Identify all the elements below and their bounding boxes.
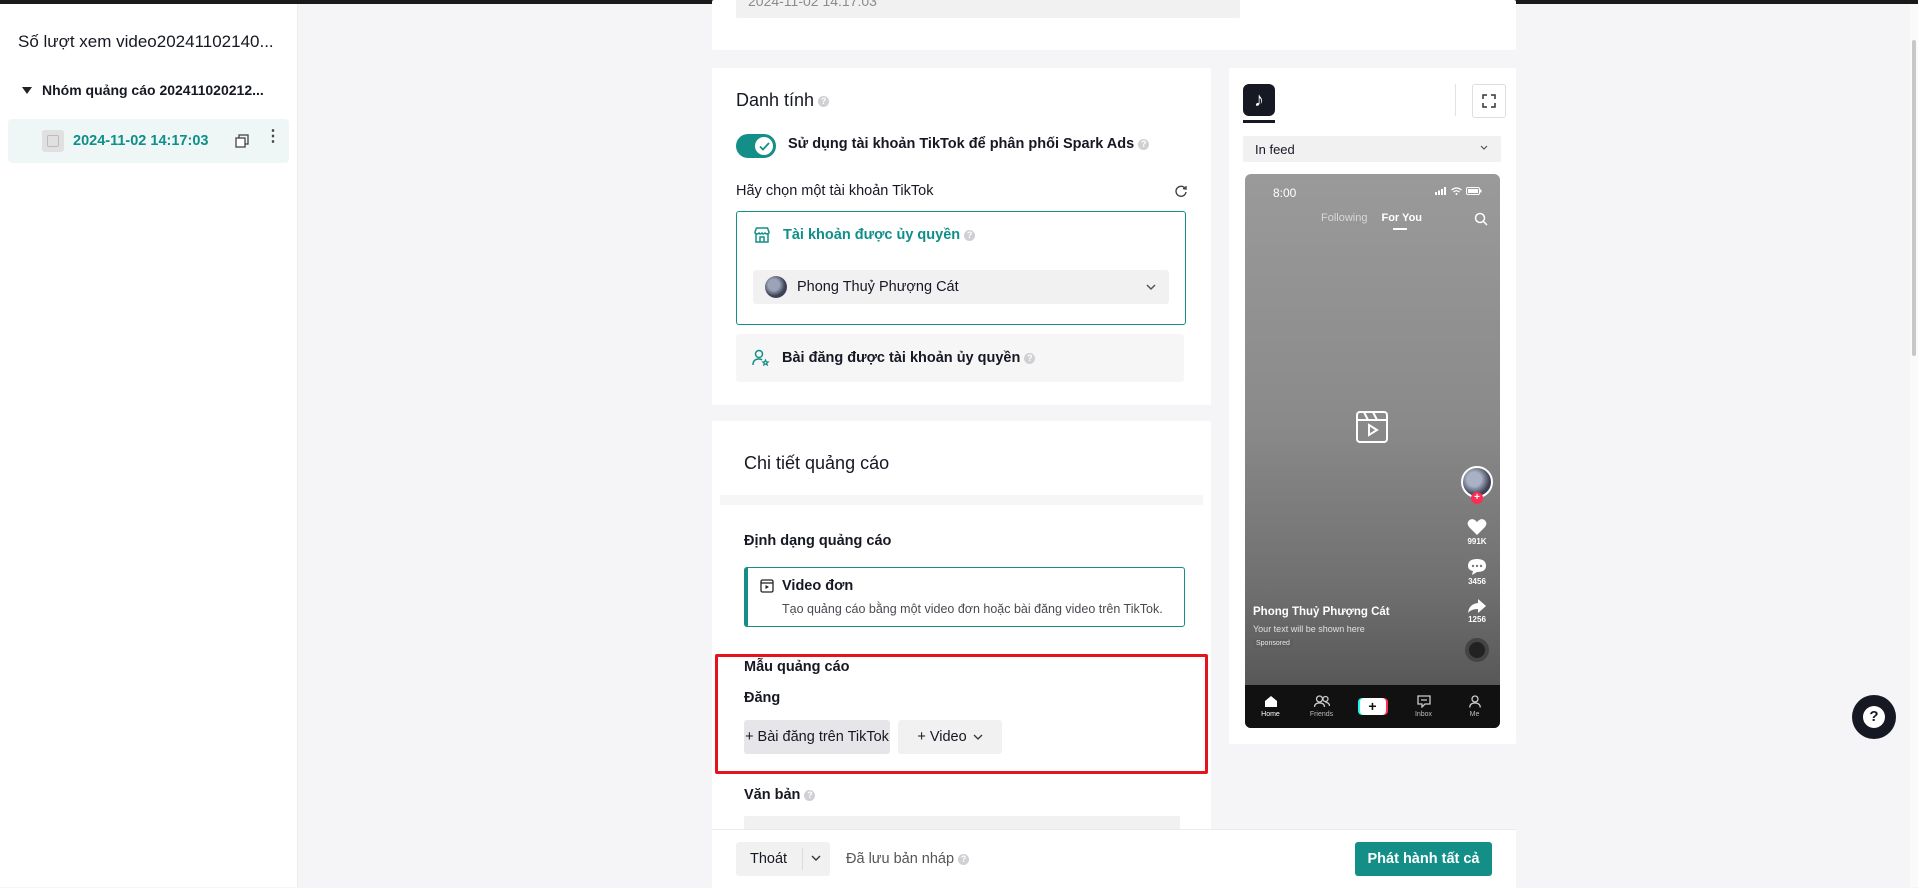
status-icons	[1435, 187, 1482, 195]
authorized-account-header: Tài khoản được ủy quyền?	[753, 226, 976, 244]
authorized-account-panel[interactable]: Tài khoản được ủy quyền? Phong Thuỷ Phượ…	[736, 211, 1186, 325]
check-icon	[758, 141, 770, 151]
tab-underline	[1243, 120, 1275, 123]
caret-down-icon[interactable]	[22, 86, 32, 94]
friends-icon	[1313, 695, 1330, 708]
preview-username: Phong Thuỷ Phượng Cát	[1253, 606, 1390, 618]
share-count: 1256	[1468, 615, 1486, 624]
nav-inbox: Inbox	[1409, 695, 1439, 718]
video-placeholder-icon	[1356, 411, 1388, 443]
ad-name: 2024-11-02 14:17:03	[73, 133, 209, 149]
top-card: 2024-11-02 14:17:03	[712, 0, 1516, 50]
publish-all-button[interactable]: Phát hành tất cả	[1355, 842, 1492, 876]
phone-preview: 8:00 Following For You + 991K 3456 1256	[1245, 174, 1500, 728]
authorized-posts-option[interactable]: Bài đăng được tài khoản ủy quyền?	[736, 334, 1184, 382]
wifi-icon	[1451, 187, 1462, 195]
avatar	[765, 276, 787, 298]
ad-name-input[interactable]: 2024-11-02 14:17:03	[736, 0, 1240, 18]
tab-for-you: For You	[1381, 212, 1423, 230]
spark-ads-label: Sử dụng tài khoản TikTok để phân phối Sp…	[788, 136, 1150, 152]
ad-thumbnail	[42, 130, 64, 152]
copy-icon[interactable]	[235, 134, 249, 148]
ad-item[interactable]: 2024-11-02 14:17:03 ⋮	[8, 119, 289, 163]
bottom-action-bar: Thoát Đã lưu bản nháp? Phát hành tất cả	[712, 829, 1516, 888]
more-options-icon[interactable]: ⋮	[265, 129, 281, 145]
phone-bottom-nav: Home Friends + Inbox Me	[1245, 685, 1500, 728]
action-rail: + 991K 3456 1256	[1460, 466, 1494, 662]
spark-ads-toggle[interactable]	[736, 134, 776, 158]
fullscreen-icon	[1482, 94, 1496, 108]
help-icon[interactable]: ?	[818, 95, 830, 107]
home-icon	[1264, 696, 1277, 707]
tab-following: Following	[1321, 212, 1368, 224]
chevron-down-icon[interactable]	[810, 852, 822, 864]
section-divider	[720, 495, 1203, 505]
chevron-down-icon	[1146, 284, 1156, 291]
chevron-down-icon	[1480, 145, 1488, 150]
highlight-box	[715, 654, 1208, 774]
ad-group-label: Nhóm quảng cáo 202411020212...	[42, 82, 264, 98]
creator-avatar: +	[1461, 466, 1493, 504]
help-icon[interactable]: ?	[1138, 138, 1150, 150]
search-icon	[1474, 212, 1488, 226]
identity-title: Danh tính?	[736, 90, 830, 111]
feed-tabs: Following For You	[1321, 212, 1423, 230]
comment-icon	[1468, 559, 1486, 575]
selected-account-name: Phong Thuỷ Phượng Cát	[797, 279, 959, 295]
question-icon: ?	[1863, 706, 1885, 728]
help-icon[interactable]: ?	[964, 229, 976, 241]
music-disc-icon	[1465, 638, 1489, 662]
scrollbar-thumb[interactable]	[1912, 40, 1916, 356]
fullscreen-button[interactable]	[1472, 84, 1506, 118]
comment-count: 3456	[1468, 577, 1486, 586]
choose-account-label: Hãy chọn một tài khoản TikTok	[736, 183, 934, 199]
authorized-posts-label: Bài đăng được tài khoản ủy quyền	[782, 350, 1021, 366]
sidebar: Số lượt xem video20241102140... Nhóm quả…	[0, 4, 298, 887]
nav-create: +	[1358, 698, 1388, 715]
ad-details-title: Chi tiết quảng cáo	[744, 453, 890, 473]
battery-icon	[1466, 187, 1482, 195]
exit-button[interactable]: Thoát	[736, 842, 830, 876]
plus-icon: +	[1359, 698, 1386, 715]
format-title: Video đơn	[782, 578, 854, 594]
text-label: Văn bản?	[744, 787, 816, 803]
help-icon[interactable]: ?	[804, 789, 816, 801]
draft-saved-status: Đã lưu bản nháp?	[846, 851, 970, 867]
video-icon	[760, 579, 774, 593]
help-icon[interactable]: ?	[1024, 352, 1036, 364]
preview-card: ♪ In feed 8:00 Following For You + 991K	[1229, 68, 1516, 744]
identity-card: Danh tính? Sử dụng tài khoản TikTok để p…	[712, 68, 1211, 405]
signal-icon	[1435, 187, 1446, 195]
tiktok-logo-icon[interactable]: ♪	[1243, 84, 1275, 116]
nav-me: Me	[1460, 695, 1490, 718]
sponsored-badge: Sponsored	[1253, 639, 1293, 648]
nav-home: Home	[1256, 695, 1286, 718]
campaign-title[interactable]: Số lượt xem video20241102140...	[18, 32, 274, 52]
heart-icon	[1467, 519, 1487, 535]
status-time: 8:00	[1273, 186, 1297, 200]
single-video-format-option[interactable]: Video đơn Tạo quảng cáo bằng một video đ…	[744, 567, 1185, 627]
ad-group-item[interactable]: Nhóm quảng cáo 202411020212...	[22, 82, 264, 98]
placement-value: In feed	[1255, 141, 1295, 157]
profile-icon	[1468, 695, 1481, 708]
refresh-icon[interactable]	[1174, 184, 1188, 198]
separator	[1455, 84, 1456, 116]
store-icon	[754, 227, 770, 243]
exit-label: Thoát	[750, 851, 788, 867]
help-icon[interactable]: ?	[958, 853, 970, 865]
format-description: Tạo quảng cáo bằng một video đơn hoặc bà…	[782, 602, 1163, 616]
ad-format-label: Định dạng quảng cáo	[744, 533, 892, 549]
help-button[interactable]: ?	[1852, 695, 1896, 739]
preview-caption: Your text will be shown here	[1253, 624, 1365, 634]
user-star-icon	[752, 349, 770, 367]
nav-friends: Friends	[1307, 695, 1337, 718]
share-icon	[1468, 599, 1486, 613]
account-select[interactable]: Phong Thuỷ Phượng Cát	[753, 270, 1169, 304]
like-count: 991K	[1467, 537, 1487, 546]
placement-select[interactable]: In feed	[1243, 136, 1501, 162]
inbox-icon	[1416, 695, 1431, 708]
